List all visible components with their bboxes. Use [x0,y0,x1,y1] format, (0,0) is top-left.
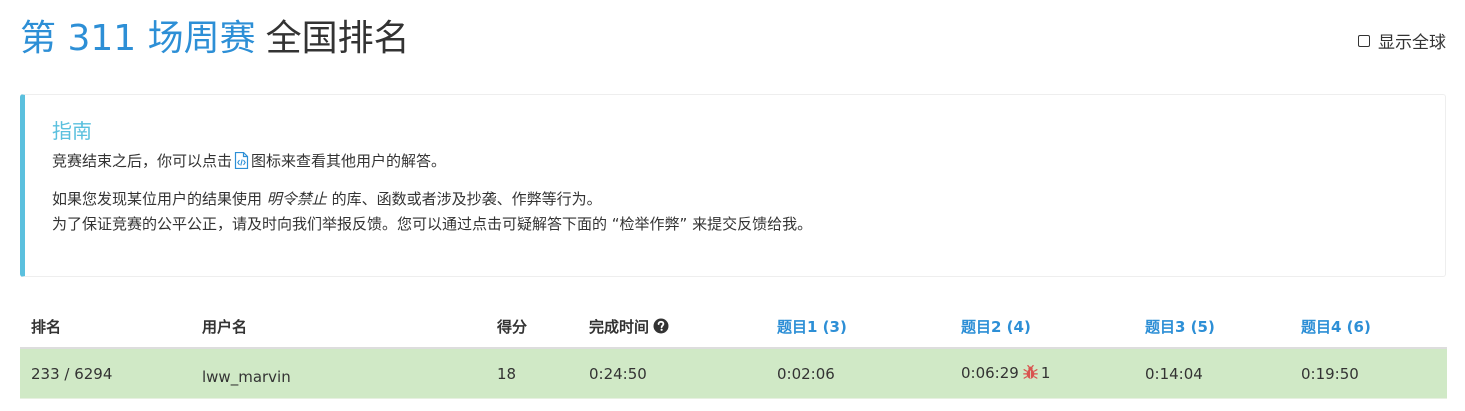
question-2-link[interactable]: 题目2 (4) [961,318,1031,336]
table-header-row: 排名 用户名 得分 完成时间 题目1 (3) 题目2 (4) 题目3 (5) 题… [20,306,1447,349]
contest-title[interactable]: 第 311 场周赛 [20,14,256,64]
cell-question-1-time[interactable]: 0:02:06 [766,347,950,399]
guide-line-2: 如果您发现某位用户的结果使用 明令禁止 的库、函数或者涉及抄袭、作弊等行为。 为… [52,187,1418,237]
cell-question-4-time[interactable]: 0:19:50 [1290,347,1447,399]
header-username: 用户名 [191,306,486,349]
question-2-penalty-count: 1 [1040,363,1051,382]
cell-question-3-time[interactable]: 0:14:04 [1134,347,1290,399]
cell-score: 18 [486,347,578,399]
ranking-table: 排名 用户名 得分 完成时间 题目1 (3) 题目2 (4) 题目3 (5) 题… [20,306,1447,399]
question-4-link[interactable]: 题目4 (6) [1301,318,1371,336]
username-link[interactable]: lww_marvin [202,368,291,386]
header-finish-time: 完成时间 [578,306,766,349]
show-global-label[interactable]: 显示全球 [1378,28,1446,53]
page-title: 第 311 场周赛 全国排名 [20,14,410,64]
header-question-3[interactable]: 题目3 (5) [1134,306,1290,349]
cell-finish-time: 0:24:50 [578,347,766,399]
table-row: 233 / 6294 lww_marvin 18 0:24:50 0:02:06… [20,347,1447,399]
guide-line-2-before: 如果您发现某位用户的结果使用 [52,190,263,208]
show-global-toggle[interactable]: 显示全球 [1358,28,1446,53]
code-file-icon [234,151,249,177]
header-question-1[interactable]: 题目1 (3) [766,306,950,349]
question-1-link[interactable]: 题目1 (3) [777,318,847,336]
contest-ranking-page: 第 311 场周赛 全国排名 显示全球 指南 竞赛结束之后，你可以点击 图标来查… [0,0,1465,411]
bug-icon [1022,364,1038,384]
guide-line-3: 为了保证竞赛的公平公正，请及时向我们举报反馈。您可以通过点击可疑解答下面的 “检… [52,215,813,233]
guide-line-1-after: 图标来查看其他用户的解答。 [251,152,447,170]
header-question-2[interactable]: 题目2 (4) [950,306,1134,349]
cell-question-2-time[interactable]: 0:06:29 [961,364,1019,382]
guide-title: 指南 [52,119,92,143]
cell-rank: 233 / 6294 [20,347,191,399]
header-score: 得分 [486,306,578,349]
show-global-checkbox[interactable] [1358,34,1370,47]
cell-username: lww_marvin [191,347,486,399]
rank-title: 全国排名 [265,18,410,59]
guide-line-2-after: 的库、函数或者涉及抄袭、作弊等行为。 [331,190,602,208]
header-question-4[interactable]: 题目4 (6) [1290,306,1447,349]
guide-forbidden-text: 明令禁止 [266,190,327,208]
guide-line-1: 竞赛结束之后，你可以点击 图标来查看其他用户的解答。 [52,149,1418,177]
question-circle-icon[interactable] [653,318,669,338]
guide-line-1-before: 竞赛结束之后，你可以点击 [52,152,233,170]
header-rank: 排名 [20,306,191,349]
question-3-link[interactable]: 题目3 (5) [1145,318,1215,336]
cell-question-2: 0:06:29 1 [950,347,1134,399]
header-finish-time-label: 完成时间 [589,317,650,336]
guide-box: 指南 竞赛结束之后，你可以点击 图标来查看其他用户的解答。 如果您发现某位用户的… [20,94,1446,277]
